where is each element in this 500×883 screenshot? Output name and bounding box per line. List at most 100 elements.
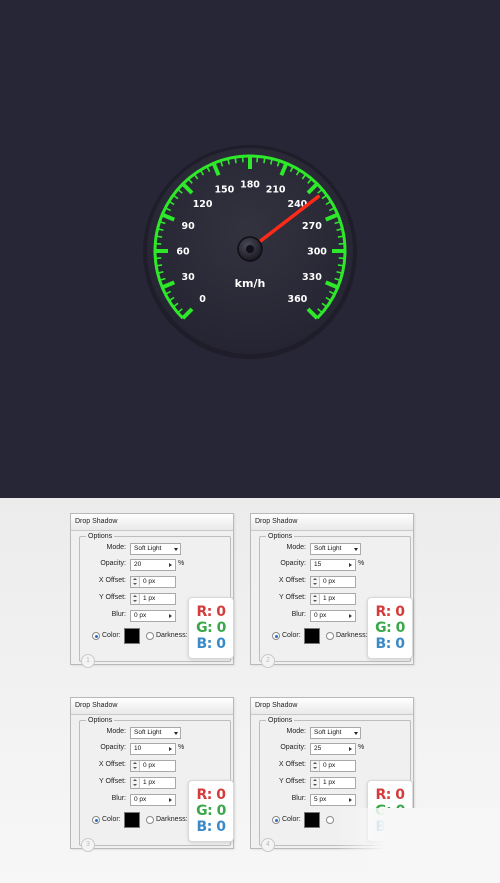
opacity-field[interactable]: 10 <box>130 743 176 755</box>
green-value: G: 0 <box>375 620 405 636</box>
x-offset-field[interactable]: 0 px <box>130 576 176 588</box>
opacity-label: Opacity: <box>100 744 126 751</box>
minor-tick <box>337 264 344 267</box>
chevron-right-icon[interactable] <box>169 798 172 802</box>
stepper-icon[interactable] <box>311 761 320 771</box>
minor-tick <box>156 264 163 267</box>
red-value: R: 0 <box>196 787 227 803</box>
y-offset-field[interactable]: 1 px <box>130 593 176 605</box>
blur-field[interactable]: 0 px <box>130 794 176 806</box>
y-offset-field[interactable]: 1 px <box>130 777 176 789</box>
x-offset-row: X Offset: 0 px <box>80 760 230 772</box>
blur-value: 0 px <box>134 796 147 803</box>
x-offset-field[interactable]: 0 px <box>130 760 176 772</box>
rgb-values-card: R: 0 G: 0 B: 0 <box>367 597 413 659</box>
mode-select[interactable]: Soft Light <box>310 727 361 739</box>
chevron-right-icon[interactable] <box>349 563 352 567</box>
x-offset-label: X Offset: <box>98 577 126 584</box>
watermark-fade <box>336 808 500 883</box>
darkness-radio[interactable] <box>146 816 154 824</box>
blur-label: Blur: <box>111 795 126 802</box>
blur-field[interactable]: 0 px <box>310 610 356 622</box>
opacity-label: Opacity: <box>100 560 126 567</box>
speedometer-panel: 0 30 60 90 120 150 180 210 240 270 300 330 360 km/h <box>0 0 500 498</box>
darkness-radio[interactable] <box>326 632 334 640</box>
chevron-right-icon[interactable] <box>169 563 172 567</box>
opacity-unit: % <box>358 744 365 751</box>
mode-row: Mode: Soft Light <box>80 727 230 739</box>
color-radio[interactable] <box>272 632 280 640</box>
chevron-right-icon[interactable] <box>169 614 172 618</box>
mode-row: Mode: Soft Light <box>260 727 410 739</box>
color-swatch[interactable] <box>124 628 140 644</box>
dialog-title: Drop Shadow <box>71 698 233 715</box>
chevron-right-icon[interactable] <box>349 747 352 751</box>
x-offset-row: X Offset: 0 px <box>260 760 410 772</box>
gauge-tick-label: 270 <box>302 221 322 232</box>
stepper-icon[interactable] <box>131 761 140 771</box>
minor-tick <box>234 157 237 164</box>
rgb-values-card: R: 0 G: 0 B: 0 <box>188 597 234 659</box>
mode-select[interactable]: Soft Light <box>130 543 181 555</box>
color-radio[interactable] <box>272 816 280 824</box>
y-offset-field[interactable]: 1 px <box>310 593 356 605</box>
darkness-radio[interactable] <box>326 816 334 824</box>
blur-value: 0 px <box>134 612 147 619</box>
mode-value: Soft Light <box>314 729 342 736</box>
blur-label: Blur: <box>291 795 306 802</box>
color-swatch[interactable] <box>304 812 320 828</box>
gauge-tick-label: 0 <box>199 294 206 305</box>
stepper-icon[interactable] <box>131 778 140 788</box>
blur-value: 0 px <box>314 612 327 619</box>
dialog-title: Drop Shadow <box>71 514 233 531</box>
stepper-icon[interactable] <box>311 577 320 587</box>
color-swatch[interactable] <box>124 812 140 828</box>
color-radio[interactable] <box>92 632 100 640</box>
chevron-right-icon[interactable] <box>169 747 172 751</box>
stepper-icon[interactable] <box>131 594 140 604</box>
x-offset-field[interactable]: 0 px <box>310 576 356 588</box>
blur-field[interactable]: 0 px <box>130 610 176 622</box>
blur-field[interactable]: 5 px <box>310 794 356 806</box>
gauge-tick-label: 330 <box>302 272 322 283</box>
y-offset-label: Y Offset: <box>279 778 306 785</box>
gauge-tick-label: 180 <box>240 180 260 191</box>
mode-label: Mode: <box>106 544 126 551</box>
opacity-value: 10 <box>134 745 142 752</box>
chevron-right-icon[interactable] <box>349 614 352 618</box>
options-legend: Options <box>266 716 295 725</box>
rgb-values-card: R: 0 G: 0 B: 0 <box>188 780 234 842</box>
y-offset-label: Y Offset: <box>99 594 126 601</box>
opacity-row: Opacity: 25 % <box>260 743 410 755</box>
minor-tick <box>263 157 266 164</box>
stepper-icon[interactable] <box>131 577 140 587</box>
color-label: Color: <box>102 632 121 639</box>
options-legend: Options <box>86 716 115 725</box>
x-offset-value: 0 px <box>143 578 156 585</box>
stepper-icon[interactable] <box>311 594 320 604</box>
mode-select[interactable]: Soft Light <box>310 543 361 555</box>
blue-value: B: 0 <box>196 819 226 835</box>
x-offset-label: X Offset: <box>278 577 306 584</box>
color-radio[interactable] <box>92 816 100 824</box>
color-swatch[interactable] <box>304 628 320 644</box>
x-offset-field[interactable]: 0 px <box>310 760 356 772</box>
mode-select[interactable]: Soft Light <box>130 727 181 739</box>
stepper-icon[interactable] <box>311 778 320 788</box>
blue-value: B: 0 <box>196 636 226 652</box>
opacity-field[interactable]: 25 <box>310 743 356 755</box>
darkness-label: Darkness: <box>156 632 188 639</box>
gauge-tick-label: 150 <box>214 185 234 196</box>
opacity-value: 20 <box>134 561 142 568</box>
darkness-radio[interactable] <box>146 632 154 640</box>
x-offset-value: 0 px <box>323 578 336 585</box>
mode-row: Mode: Soft Light <box>80 543 230 555</box>
opacity-unit: % <box>178 560 185 567</box>
opacity-field[interactable]: 15 <box>310 559 356 571</box>
y-offset-field[interactable]: 1 px <box>310 777 356 789</box>
opacity-field[interactable]: 20 <box>130 559 176 571</box>
needle-hub-center <box>246 245 254 253</box>
x-offset-value: 0 px <box>143 762 156 769</box>
gauge-tick-label: 360 <box>287 294 307 305</box>
chevron-right-icon[interactable] <box>349 798 352 802</box>
